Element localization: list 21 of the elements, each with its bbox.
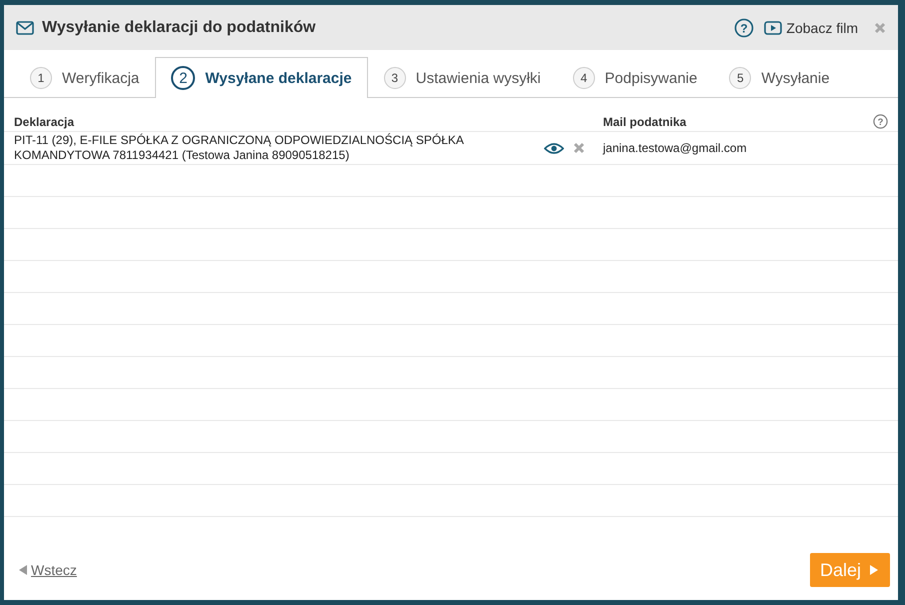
wizard-tab[interactable]: 2 Wysyłane deklaracje [155,57,368,98]
play-icon [764,20,782,34]
wizard-tab[interactable]: 1 Weryfikacja [14,57,156,98]
table-cell-text: janina.testowa@gmail.com [603,141,748,155]
delete-icon[interactable] [573,142,585,154]
right-triangle-icon [870,565,878,575]
table-cell-text: PIT-11 (29), E-FILE SPÓŁKA Z OGRANICZONĄ ODPOWIEDZIALNOŚCIĄ SPÓŁKA KOMANDYTOWA 7811934421 (Testowa Janina 89090518215) [14,133,465,163]
left-triangle-icon [19,565,27,575]
back-link[interactable]: Wstecz [19,562,77,578]
column-header: Deklaracja [14,114,76,128]
video-link[interactable]: Zobacz film [764,20,858,36]
help-icon[interactable]: ? [734,18,754,38]
wizard-tab[interactable]: 5 Wysyłanie [713,57,846,98]
wizard-tab[interactable]: 3 Ustawienia wysyłki [368,57,557,98]
envelope-icon [16,20,34,34]
eye-icon[interactable] [544,142,564,154]
column-header: Mail podatnika [603,114,686,128]
window-title: Wysyłanie deklaracji do podatników [42,18,316,36]
wizard-tab[interactable]: 4 Podpisywanie [556,57,714,98]
help-icon[interactable]: ? [873,114,888,129]
close-icon[interactable] [874,22,886,34]
